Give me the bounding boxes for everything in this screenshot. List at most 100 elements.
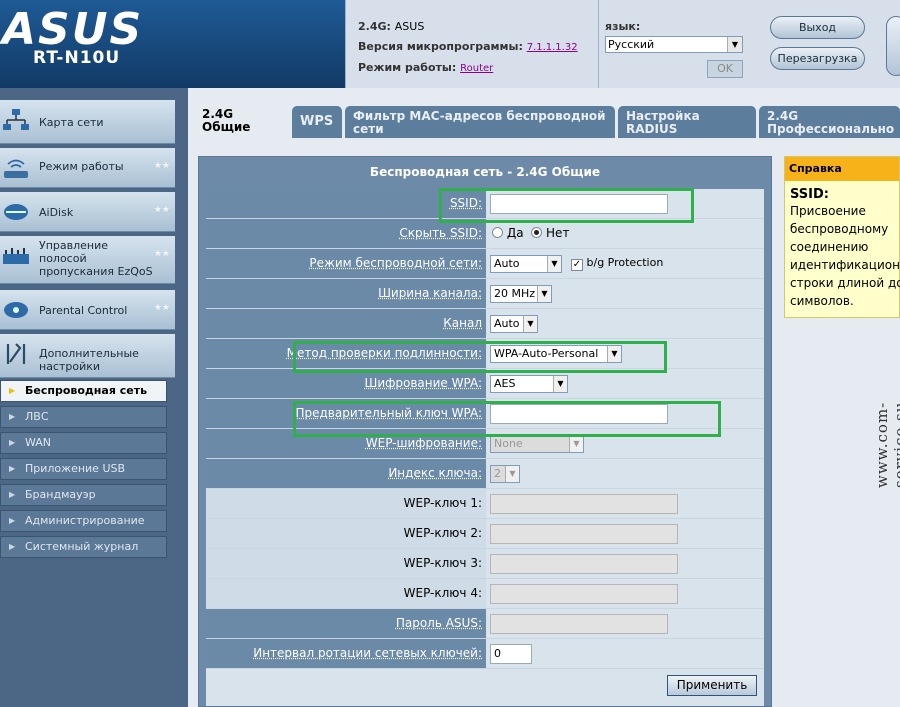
sidebar-subitem-firewall[interactable]: ▶ Брандмауэр — [0, 484, 167, 506]
help-line: беспроводному — [790, 220, 899, 238]
hide-ssid-yes-radio[interactable] — [492, 227, 503, 238]
header-button-partial[interactable] — [886, 16, 900, 76]
wep-key4-input[interactable] — [490, 584, 678, 604]
wep-key3-label: WEP-ключ 3: — [206, 549, 486, 578]
router-icon — [2, 156, 30, 180]
wireless-mode-value: Auto — [494, 257, 520, 270]
key-index-label: Индекс ключа: — [206, 459, 486, 488]
sidebar-item-label: Управление полосой пропускания EzQoS — [39, 239, 157, 278]
triangle-right-icon: ▶ — [9, 485, 15, 505]
language-select[interactable]: Русский ▼ — [605, 36, 743, 53]
status-info: 2.4G: ASUS Версия микропрограммы: 7.1.1.… — [345, 0, 595, 88]
header: ASUS RT-N10U 2.4G: ASUS Версия микропрог… — [0, 0, 900, 88]
sidebar-item-label: Parental Control — [39, 304, 157, 317]
bg-protection-label: b/g Protection — [587, 256, 664, 269]
mode-link[interactable]: Router — [460, 63, 493, 74]
triangle-right-icon: ▶ — [9, 407, 15, 427]
chevron-down-icon: ▼ — [553, 376, 567, 392]
channel-width-value: 20 MHz — [494, 287, 535, 300]
wpa-encryption-select[interactable]: AES ▼ — [490, 375, 568, 393]
band-label: 2.4G: — [358, 20, 391, 33]
tab-professional[interactable]: 2.4G Профессионально — [759, 106, 900, 138]
wep-encryption-select[interactable]: None ▼ — [490, 435, 584, 453]
sidebar-subitem-label: Системный журнал — [25, 540, 138, 553]
channel-select[interactable]: Auto ▼ — [490, 315, 538, 333]
apply-button[interactable]: Применить — [667, 675, 757, 696]
channel-width-select[interactable]: 20 MHz ▼ — [490, 285, 552, 303]
help-line: строки длиной до — [790, 274, 899, 292]
sidebar-subitem-label: Администрирование — [25, 514, 145, 527]
tab-wps[interactable]: WPS — [292, 106, 342, 138]
sidebar-item-parental-control[interactable]: Parental Control ★★ — [0, 290, 175, 330]
sidebar-subitem-lan[interactable]: ▶ ЛВС — [0, 406, 167, 428]
sidebar-subitem-system-log[interactable]: ▶ Системный журнал — [0, 536, 167, 558]
sidebar: Карта сети Режим работы ★★ AiDisk ★★ Упр… — [0, 88, 188, 707]
logout-button[interactable]: Выход — [770, 16, 865, 39]
wep-key3-input[interactable] — [490, 554, 678, 574]
tab-radius[interactable]: Настройка RADIUS — [618, 106, 756, 138]
wep-key4-label: WEP-ключ 4: — [206, 579, 486, 608]
sidebar-subitem-label: WAN — [25, 436, 51, 449]
panel-title: Беспроводная сеть - 2.4G Общие — [199, 157, 771, 187]
sidebar-item-network-map[interactable]: Карта сети — [0, 100, 175, 144]
sidebar-subitem-administration[interactable]: ▶ Администрирование — [0, 510, 167, 532]
sidebar-subitem-label: ЛВС — [25, 410, 49, 423]
sidebar-item-ezqos[interactable]: Управление полосой пропускания EzQoS ★★ — [0, 236, 175, 284]
chevron-down-icon: ▼ — [505, 466, 519, 482]
triangle-right-icon: ▶ — [9, 459, 15, 479]
sidebar-subitem-usb[interactable]: ▶ Приложение USB — [0, 458, 167, 480]
chevron-down-icon: ▼ — [523, 316, 537, 332]
highlight-wpa-key — [293, 401, 721, 437]
wireless-mode-row: Режим беспроводной сети: Auto ▼ ✓ b/g Pr… — [206, 249, 764, 279]
network-map-icon — [2, 108, 30, 132]
tab-bar: 2.4G Общие WPS Фильтр MAC-адресов беспро… — [188, 102, 900, 138]
tab-mac-filter[interactable]: Фильтр MAC-адресов беспроводной сети — [345, 106, 615, 138]
wireless-form: SSID: Скрыть SSID: Да Нет Режим беспрово… — [206, 189, 764, 706]
stars-icon: ★★ — [154, 161, 170, 171]
chevron-down-icon: ▼ — [569, 436, 583, 452]
band-value: ASUS — [395, 20, 425, 33]
sidebar-item-operation-mode[interactable]: Режим работы ★★ — [0, 148, 175, 188]
wep-key2-input[interactable] — [490, 524, 678, 544]
channel-width-row: Ширина канала: 20 MHz ▼ — [206, 279, 764, 309]
sidebar-item-advanced-settings[interactable]: Дополнительные настройки — [0, 334, 175, 378]
firmware-info: Версия микропрограммы: 7.1.1.1.32 — [358, 40, 578, 53]
help-title: Справка — [785, 157, 899, 181]
apply-row: Применить — [206, 669, 764, 706]
channel-value: Auto — [494, 317, 520, 330]
wep-key2-label: WEP-ключ 2: — [206, 519, 486, 548]
asus-password-input[interactable] — [490, 614, 668, 634]
wireless-mode-select[interactable]: Auto ▼ — [490, 255, 562, 273]
wep-key1-input[interactable] — [490, 494, 678, 514]
help-line: символов. — [790, 292, 899, 310]
help-text: Присвоение беспроводному соединению иден… — [785, 202, 899, 310]
reboot-button[interactable]: Перезагрузка — [770, 47, 865, 70]
key-index-row: Индекс ключа: 2 ▼ — [206, 459, 764, 489]
hide-ssid-yes-label: Да — [507, 226, 524, 240]
sidebar-subitem-wan[interactable]: ▶ WAN — [0, 432, 167, 454]
watermark-text: www.com-service.su — [873, 328, 900, 488]
wep-key3-row: WEP-ключ 3: — [206, 549, 764, 579]
qos-icon — [2, 244, 30, 268]
wep-key2-row: WEP-ключ 2: — [206, 519, 764, 549]
tab-general[interactable]: 2.4G Общие — [194, 104, 290, 140]
hide-ssid-no-label: Нет — [546, 226, 569, 240]
triangle-right-icon: ▶ — [9, 511, 15, 531]
help-line: Присвоение — [790, 202, 899, 220]
key-rotation-input[interactable]: 0 — [490, 644, 532, 664]
firmware-link[interactable]: 7.1.1.1.32 — [527, 42, 578, 53]
triangle-right-icon: ▶ — [9, 381, 15, 401]
hide-ssid-label: Скрыть SSID: — [206, 219, 486, 248]
sidebar-item-aidisk[interactable]: AiDisk ★★ — [0, 192, 175, 232]
language-ok-button[interactable]: OK — [707, 60, 743, 78]
hide-ssid-no-radio[interactable] — [531, 227, 542, 238]
help-line: идентификацион — [790, 256, 899, 274]
key-index-select[interactable]: 2 ▼ — [490, 465, 520, 483]
sidebar-subitem-wireless[interactable]: ▶ Беспроводная сеть — [0, 380, 167, 402]
language-area: язык: Русский ▼ OK — [598, 0, 758, 88]
bg-protection-checkbox[interactable]: ✓ — [571, 259, 583, 271]
sidebar-subitem-label: Беспроводная сеть — [25, 384, 147, 397]
chevron-down-icon: ▼ — [547, 256, 561, 272]
band-info: 2.4G: ASUS — [358, 20, 424, 33]
hide-ssid-row: Скрыть SSID: Да Нет — [206, 219, 764, 249]
